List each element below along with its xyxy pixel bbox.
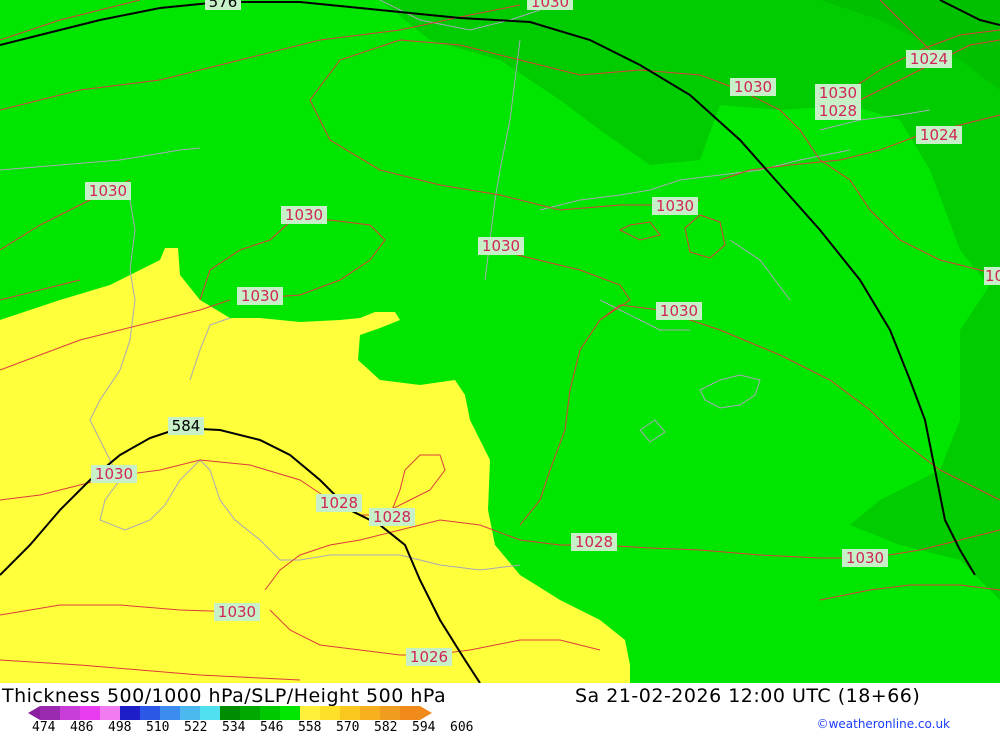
colorbar-cell xyxy=(100,706,120,720)
forecast-datetime: Sa 21-02-2026 12:00 UTC (18+66) xyxy=(575,685,921,707)
svg-text:1028: 1028 xyxy=(819,102,857,120)
isobar-label: 1030 xyxy=(730,78,776,96)
colorbar-cell xyxy=(240,706,260,720)
colorbar-cell xyxy=(340,706,360,720)
isobar-label: 1030 xyxy=(656,302,702,320)
colorbar-cell xyxy=(80,706,100,720)
isobar-label: 1028 xyxy=(369,508,415,526)
isobar-label: 1030 xyxy=(237,287,283,305)
colorbar-arrow-left xyxy=(28,706,40,720)
map-title: Thickness 500/1000 hPa/SLP/Height 500 hP… xyxy=(2,685,447,707)
isobar-label: 1030 xyxy=(214,603,260,621)
colorbar-cell xyxy=(220,706,240,720)
svg-text:576: 576 xyxy=(209,0,238,11)
colorbar-cell xyxy=(200,706,220,720)
isobar-label: 1030 xyxy=(85,182,131,200)
weather-map: 1030 1030 1030 1024 1030 1028 1024 1030 … xyxy=(0,0,1000,683)
colorbar-cell xyxy=(400,706,420,720)
colorbar-cell xyxy=(380,706,400,720)
colorbar-cell xyxy=(300,706,320,720)
isobar-label: 1028 xyxy=(984,267,1000,285)
isobar-label: 1028 xyxy=(316,494,362,512)
colorbar-cell xyxy=(60,706,80,720)
height-label: 576 xyxy=(205,0,241,11)
colorbar-arrow-right xyxy=(420,706,432,720)
svg-text:1030: 1030 xyxy=(819,84,857,102)
colorbar-cell xyxy=(360,706,380,720)
colorbar-cell xyxy=(280,706,300,720)
colorbar xyxy=(28,706,432,720)
isobar-label: 1030 xyxy=(91,465,137,483)
isobar-label: 1028 xyxy=(571,533,617,551)
isobar-label: 1024 xyxy=(916,126,962,144)
isobar-label: 1028 xyxy=(815,102,861,120)
isobar-label: 1026 xyxy=(406,648,452,666)
colorbar-cell xyxy=(260,706,280,720)
svg-text:1024: 1024 xyxy=(910,50,948,68)
isobar-label: 1030 xyxy=(652,197,698,215)
svg-text:1026: 1026 xyxy=(410,648,448,666)
colorbar-cell xyxy=(140,706,160,720)
isobar-label: 1030 xyxy=(842,549,888,567)
colorbar-cell xyxy=(320,706,340,720)
colorbar-cell xyxy=(120,706,140,720)
svg-text:1028: 1028 xyxy=(575,533,613,551)
svg-text:1030: 1030 xyxy=(734,78,772,96)
svg-text:1030: 1030 xyxy=(660,302,698,320)
svg-text:1030: 1030 xyxy=(531,0,569,11)
credit-text: ©weatheronline.co.uk xyxy=(816,717,950,731)
isobar-label: 1030 xyxy=(815,84,861,102)
isobar-label: 1030 xyxy=(478,237,524,255)
svg-text:1030: 1030 xyxy=(846,549,884,567)
colorbar-cell xyxy=(160,706,180,720)
colorbar-cell xyxy=(180,706,200,720)
isobar-label: 1030 xyxy=(281,206,327,224)
isobar-label: 1024 xyxy=(906,50,952,68)
svg-text:1028: 1028 xyxy=(320,494,358,512)
isobar-label: 1030 xyxy=(527,0,573,11)
svg-text:1030: 1030 xyxy=(89,182,127,200)
colorbar-cell xyxy=(40,706,60,720)
svg-text:1030: 1030 xyxy=(285,206,323,224)
svg-text:1030: 1030 xyxy=(241,287,279,305)
svg-text:1024: 1024 xyxy=(920,126,958,144)
svg-text:1030: 1030 xyxy=(656,197,694,215)
svg-text:1028: 1028 xyxy=(985,267,1000,285)
height-label: 584 xyxy=(168,417,204,435)
svg-text:1030: 1030 xyxy=(95,465,133,483)
svg-text:1028: 1028 xyxy=(373,508,411,526)
svg-text:1030: 1030 xyxy=(218,603,256,621)
svg-text:584: 584 xyxy=(172,417,201,435)
map-footer: Thickness 500/1000 hPa/SLP/Height 500 hP… xyxy=(0,683,1000,735)
svg-text:1030: 1030 xyxy=(482,237,520,255)
